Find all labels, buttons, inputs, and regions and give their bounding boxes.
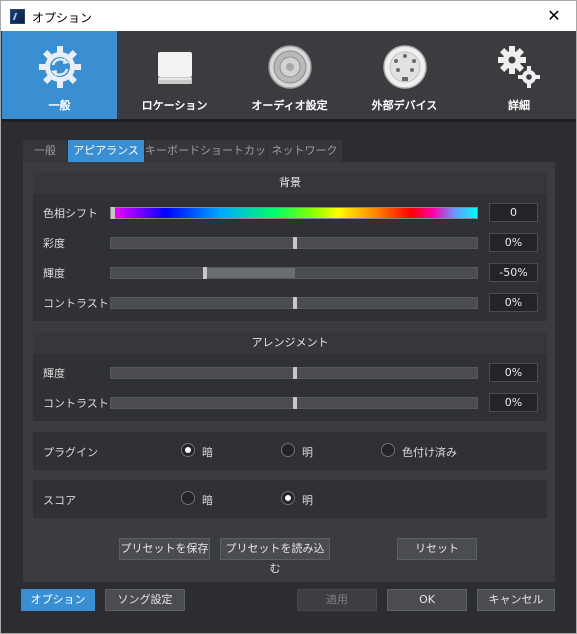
save-preset-button[interactable]: プリセットを保存 bbox=[119, 538, 210, 560]
tab-keyboard-shortcuts[interactable]: キーボードショートカット bbox=[145, 140, 266, 179]
plugin-colored-radio[interactable] bbox=[381, 443, 395, 457]
slider-thumb[interactable] bbox=[111, 207, 115, 219]
category-divider bbox=[2, 119, 576, 122]
hue-shift-slider[interactable] bbox=[110, 207, 478, 219]
apply-button[interactable]: 適用 bbox=[297, 589, 377, 611]
cancel-button[interactable]: キャンセル bbox=[477, 589, 555, 611]
category-label: オーディオ設定 bbox=[251, 99, 328, 112]
score-light-radio[interactable] bbox=[281, 491, 295, 505]
category-label: 詳細 bbox=[508, 99, 530, 112]
plugin-light-label: 明 bbox=[302, 446, 313, 459]
slider-thumb[interactable] bbox=[203, 267, 207, 279]
close-button[interactable]: ✕ bbox=[536, 3, 572, 29]
contrast-value[interactable]: 0% bbox=[489, 293, 538, 312]
category-advanced[interactable]: 詳細 bbox=[462, 31, 576, 119]
plugin-dark-radio[interactable] bbox=[181, 443, 195, 457]
category-location[interactable]: ロケーション bbox=[117, 31, 232, 119]
slider-thumb[interactable] bbox=[293, 367, 297, 379]
luminance-value[interactable]: -50% bbox=[489, 263, 538, 282]
saturation-slider[interactable] bbox=[110, 237, 478, 249]
arrangement-luminance-label: 輝度 bbox=[43, 367, 65, 380]
saturation-value[interactable]: 0% bbox=[489, 233, 538, 252]
tab-network[interactable]: ネットワーク bbox=[267, 140, 342, 162]
plugin-section: プラグイン 暗 明 色付け済み bbox=[33, 432, 547, 470]
category-bar: 一般 ロケーション オーディオ設定 外部デバイス 詳細 bbox=[2, 31, 576, 119]
contrast-label: コントラスト bbox=[43, 297, 109, 310]
window-title: オプション bbox=[32, 11, 93, 25]
speaker-icon bbox=[267, 45, 312, 89]
arrangement-contrast-value[interactable]: 0% bbox=[489, 393, 538, 412]
category-label: 外部デバイス bbox=[371, 99, 438, 112]
luminance-label: 輝度 bbox=[43, 267, 65, 280]
song-settings-button[interactable]: ソング設定 bbox=[105, 589, 185, 611]
app-icon bbox=[10, 9, 25, 24]
category-label: 一般 bbox=[48, 99, 71, 112]
midi-port-icon bbox=[382, 45, 427, 89]
contrast-slider[interactable] bbox=[110, 297, 478, 309]
drive-icon bbox=[157, 52, 192, 84]
reset-button[interactable]: リセット bbox=[397, 538, 477, 560]
luminance-slider[interactable] bbox=[110, 267, 478, 279]
background-section: 背景 色相シフト 0 彩度 0% 輝度 -50% コントラスト 0% bbox=[33, 172, 547, 321]
arrangement-contrast-slider[interactable] bbox=[110, 397, 478, 409]
plugin-dark-label: 暗 bbox=[202, 446, 213, 459]
category-general[interactable]: 一般 bbox=[2, 31, 117, 119]
plugin-label: プラグイン bbox=[43, 446, 98, 459]
section-title: アレンジメント bbox=[33, 332, 547, 354]
score-section: スコア 暗 明 bbox=[33, 480, 547, 518]
slider-thumb[interactable] bbox=[293, 237, 297, 249]
category-label: ロケーション bbox=[141, 99, 208, 112]
score-label: スコア bbox=[43, 494, 76, 507]
hue-shift-value[interactable]: 0 bbox=[489, 203, 538, 222]
load-preset-button[interactable]: プリセットを読み込む bbox=[220, 538, 330, 575]
appearance-panel: 背景 色相シフト 0 彩度 0% 輝度 -50% コントラスト 0% アレンジメ… bbox=[23, 162, 555, 582]
arrangement-luminance-slider[interactable] bbox=[110, 367, 478, 379]
options-window: 一般 ロケーション オーディオ設定 外部デバイス 詳細 一般 アピアランス キー… bbox=[0, 31, 577, 634]
saturation-label: 彩度 bbox=[43, 237, 65, 250]
arrangement-luminance-value[interactable]: 0% bbox=[489, 363, 538, 382]
tab-appearance[interactable]: アピアランス bbox=[68, 140, 144, 162]
arrangement-section: アレンジメント 輝度 0% コントラスト 0% bbox=[33, 332, 547, 421]
plugin-colored-label: 色付け済み bbox=[402, 446, 457, 459]
score-dark-radio[interactable] bbox=[181, 491, 195, 505]
ok-button[interactable]: OK bbox=[387, 589, 467, 611]
plugin-light-radio[interactable] bbox=[281, 443, 295, 457]
section-title: 背景 bbox=[33, 172, 547, 194]
options-button[interactable]: オプション bbox=[21, 589, 95, 611]
sync-gear-icon bbox=[38, 46, 81, 88]
slider-thumb[interactable] bbox=[293, 297, 297, 309]
category-audio-settings[interactable]: オーディオ設定 bbox=[232, 31, 347, 119]
category-external-devices[interactable]: 外部デバイス bbox=[347, 31, 462, 119]
slider-fill bbox=[205, 268, 295, 278]
title-bar: オプション ✕ bbox=[0, 0, 577, 31]
gears-icon bbox=[498, 46, 540, 88]
slider-thumb[interactable] bbox=[293, 397, 297, 409]
arrangement-contrast-label: コントラスト bbox=[43, 397, 109, 410]
score-dark-label: 暗 bbox=[202, 494, 213, 507]
hue-shift-label: 色相シフト bbox=[43, 207, 98, 220]
tab-general[interactable]: 一般 bbox=[23, 140, 67, 162]
score-light-label: 明 bbox=[302, 494, 313, 507]
